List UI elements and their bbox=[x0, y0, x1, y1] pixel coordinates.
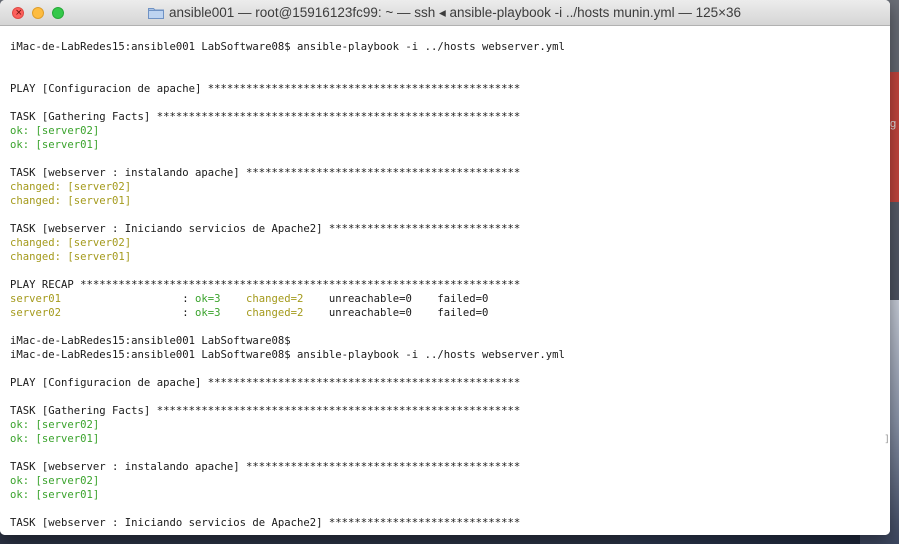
ok-status: ok: [server01] bbox=[10, 139, 100, 151]
terminal-line: TASK [webserver : instalando apache] ***… bbox=[10, 166, 890, 180]
recap-gap bbox=[412, 293, 438, 305]
terminal-line: TASK [webserver : Iniciando servicios de… bbox=[10, 516, 890, 530]
terminal-text: iMac-de-LabRedes15:ansible001 LabSoftwar… bbox=[10, 41, 565, 53]
terminal-line: TASK [webserver : instalando apache] ***… bbox=[10, 460, 890, 474]
desktop-side-label: g bbox=[890, 118, 897, 130]
terminal-line: iMac-de-LabRedes15:ansible001 LabSoftwar… bbox=[10, 334, 890, 348]
changed-status: changed: [server01] bbox=[10, 251, 132, 263]
scroll-marker: ] bbox=[884, 434, 890, 445]
terminal-text: PLAY RECAP *****************************… bbox=[10, 279, 521, 291]
terminal-line: iMac-de-LabRedes15:ansible001 LabSoftwar… bbox=[10, 40, 890, 54]
terminal-line: ok: [server02] bbox=[10, 474, 890, 488]
terminal-line: server01 : ok=3 changed=2 unreachable=0 … bbox=[10, 292, 890, 306]
terminal-line: ok: [server01] bbox=[10, 432, 890, 446]
terminal-line: PLAY RECAP *****************************… bbox=[10, 278, 890, 292]
terminal-line: TASK [Gathering Facts] *****************… bbox=[10, 110, 890, 124]
terminal-line: changed: [server01] bbox=[10, 250, 890, 264]
ok-status: ok: [server02] bbox=[10, 419, 100, 431]
recap-ok: ok=3 bbox=[194, 293, 221, 305]
changed-status: changed: [server02] bbox=[10, 181, 132, 193]
terminal-text: PLAY [Configuracion de apache] *********… bbox=[10, 83, 521, 95]
close-button[interactable]: × bbox=[12, 7, 24, 19]
terminal-line: TASK [Gathering Facts] *****************… bbox=[10, 404, 890, 418]
recap-gap bbox=[412, 307, 438, 319]
terminal-line: ok: [server02] bbox=[10, 418, 890, 432]
close-icon: × bbox=[15, 8, 23, 18]
terminal-output[interactable]: iMac-de-LabRedes15:ansible001 LabSoftwar… bbox=[0, 26, 890, 535]
recap-gap bbox=[303, 293, 329, 305]
terminal-line: changed: [server01] bbox=[10, 194, 890, 208]
changed-status: changed: [server01] bbox=[10, 195, 132, 207]
terminal-text: TASK [webserver : Iniciando servicios de… bbox=[10, 223, 521, 235]
recap-gap bbox=[303, 307, 329, 319]
minimize-button[interactable] bbox=[32, 7, 44, 19]
maximize-button[interactable] bbox=[52, 7, 64, 19]
ok-status: ok: [server01] bbox=[10, 433, 100, 445]
terminal-line: PLAY [Configuracion de apache] *********… bbox=[10, 376, 890, 390]
terminal-line: server02 : ok=3 changed=2 unreachable=0 … bbox=[10, 306, 890, 320]
terminal-text: TASK [webserver : instalando apache] ***… bbox=[10, 167, 521, 179]
terminal-window[interactable]: × ansible001 — root@15916123fc99: ~ — ss… bbox=[0, 0, 890, 535]
recap-ok: ok=3 bbox=[194, 307, 221, 319]
recap-failed: failed=0 bbox=[437, 293, 489, 305]
terminal-line: iMac-de-LabRedes15:ansible001 LabSoftwar… bbox=[10, 348, 890, 362]
recap-separator: : bbox=[61, 307, 195, 319]
recap-unreachable: unreachable=0 bbox=[328, 307, 412, 319]
terminal-line: changed: [server02] bbox=[10, 236, 890, 250]
terminal-text: TASK [Gathering Facts] *****************… bbox=[10, 405, 521, 417]
terminal-text: PLAY [Configuracion de apache] *********… bbox=[10, 377, 521, 389]
title-bar[interactable]: × ansible001 — root@15916123fc99: ~ — ss… bbox=[0, 0, 890, 26]
ok-status: ok: [server01] bbox=[10, 489, 100, 501]
recap-failed: failed=0 bbox=[437, 307, 489, 319]
window-title-group: ansible001 — root@15916123fc99: ~ — ssh … bbox=[148, 0, 741, 26]
terminal-line: ok: [server02] bbox=[10, 124, 890, 138]
ok-status: ok: [server02] bbox=[10, 475, 100, 487]
recap-separator: : bbox=[61, 293, 195, 305]
ok-status: ok: [server02] bbox=[10, 125, 100, 137]
terminal-line: TASK [webserver : Iniciando servicios de… bbox=[10, 222, 890, 236]
terminal-line: changed: [server02] bbox=[10, 180, 890, 194]
recap-gap bbox=[220, 293, 246, 305]
terminal-text: iMac-de-LabRedes15:ansible001 LabSoftwar… bbox=[10, 349, 565, 361]
recap-host: server01 bbox=[10, 293, 62, 305]
recap-unreachable: unreachable=0 bbox=[328, 293, 412, 305]
changed-status: changed: [server02] bbox=[10, 237, 132, 249]
terminal-text: TASK [webserver : instalando apache] ***… bbox=[10, 461, 521, 473]
window-title: ansible001 — root@15916123fc99: ~ — ssh … bbox=[169, 5, 742, 20]
folder-icon bbox=[148, 7, 164, 19]
terminal-line: ok: [server01] bbox=[10, 138, 890, 152]
recap-host: server02 bbox=[10, 307, 62, 319]
terminal-text: iMac-de-LabRedes15:ansible001 LabSoftwar… bbox=[10, 335, 291, 347]
terminal-line: ok: [server01] bbox=[10, 488, 890, 502]
terminal-text: TASK [webserver : Iniciando servicios de… bbox=[10, 517, 521, 529]
recap-changed: changed=2 bbox=[246, 307, 304, 319]
terminal-line: PLAY [Configuracion de apache] *********… bbox=[10, 82, 890, 96]
terminal-text: TASK [Gathering Facts] *****************… bbox=[10, 111, 521, 123]
recap-changed: changed=2 bbox=[246, 293, 304, 305]
recap-gap bbox=[220, 307, 246, 319]
